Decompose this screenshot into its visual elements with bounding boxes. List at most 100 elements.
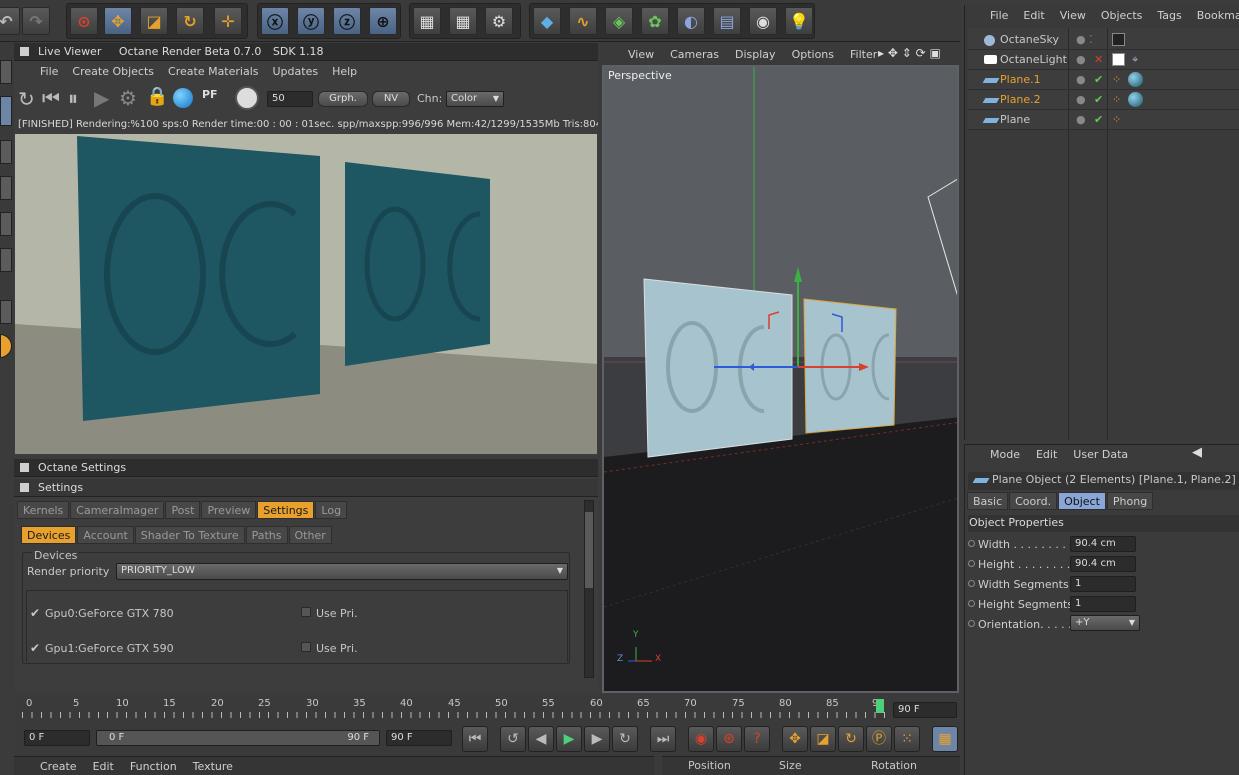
gpu1-checkbox[interactable]: ✔: [30, 641, 40, 655]
orientation-select[interactable]: +Y ▼: [1070, 615, 1140, 631]
range-slider[interactable]: 0 F 90 F: [96, 730, 380, 746]
tab-basic[interactable]: Basic: [967, 492, 1009, 510]
z-axis-icon[interactable]: ⓩ: [333, 7, 361, 35]
mode-icon[interactable]: [0, 60, 12, 84]
keyframe-selection-icon[interactable]: ?: [744, 726, 770, 752]
enabled-check-icon[interactable]: ✔: [1094, 70, 1103, 90]
visibility-dots-icon[interactable]: ●: [1076, 90, 1086, 110]
redo-icon[interactable]: ↷: [22, 7, 50, 35]
world-coords-icon[interactable]: ⊕: [369, 7, 397, 35]
end-frame-field[interactable]: 90 F: [893, 702, 957, 718]
target-tag-icon[interactable]: ⌖: [1132, 50, 1138, 70]
key-position-icon[interactable]: ✥: [782, 726, 808, 752]
subtab-account[interactable]: Account: [77, 526, 134, 544]
enabled-check-icon[interactable]: ✔: [1094, 90, 1103, 110]
samples-field[interactable]: 50: [267, 91, 313, 107]
tab-phong[interactable]: Phong: [1106, 492, 1154, 510]
prev-key-icon[interactable]: ↺: [500, 726, 526, 752]
tab-cameraimager[interactable]: CameraImager: [70, 501, 165, 519]
scale-icon[interactable]: ◪: [140, 7, 168, 35]
tab-log[interactable]: Log: [315, 501, 348, 519]
rotate-icon[interactable]: ↻: [176, 7, 204, 35]
environment-tag-icon[interactable]: [1112, 33, 1125, 46]
tab-object[interactable]: Object: [1058, 492, 1106, 510]
subtab-devices[interactable]: Devices: [21, 526, 77, 544]
render-picture-icon[interactable]: ▦: [449, 7, 477, 35]
camera-icon[interactable]: ◉: [749, 7, 777, 35]
pf-icon[interactable]: PF: [202, 88, 218, 101]
viewport-canvas[interactable]: Perspective Y Z X: [602, 65, 959, 693]
snap-icon[interactable]: [0, 300, 12, 324]
current-frame-field[interactable]: 0 F: [24, 730, 90, 746]
light-tag-icon[interactable]: [1112, 53, 1125, 66]
gpu1-usepri-checkbox[interactable]: [301, 642, 311, 652]
height-segments-field[interactable]: 1: [1070, 596, 1136, 612]
play-icon[interactable]: ▶: [94, 86, 109, 110]
menu-updates[interactable]: Updates: [273, 63, 319, 81]
texture-mode-icon[interactable]: [0, 140, 12, 164]
visibility-dots-icon[interactable]: ●: [1076, 50, 1086, 70]
menu-om-file[interactable]: File: [990, 7, 1008, 25]
spline-icon[interactable]: ∿: [569, 7, 597, 35]
height-field[interactable]: 90.4 cm: [1070, 556, 1136, 572]
menu-function[interactable]: Function: [130, 758, 177, 775]
timeline-ruler[interactable]: 0 5 10 15 20 25 30 35 40 45 50 55 60 65 …: [22, 698, 890, 722]
focus-picker-icon[interactable]: [235, 86, 259, 110]
go-to-start-icon[interactable]: ⏮: [462, 726, 488, 752]
visibility-dots-icon[interactable]: ●: [1076, 70, 1086, 90]
next-key-icon[interactable]: ↻: [612, 726, 638, 752]
visibility-dots-icon[interactable]: ●: [1076, 110, 1086, 130]
disabled-x-icon[interactable]: ✕: [1094, 50, 1103, 70]
menu-om-view[interactable]: View: [1060, 7, 1086, 25]
orientation-anim-dot[interactable]: [968, 620, 975, 627]
menu-om-edit[interactable]: Edit: [1023, 7, 1044, 25]
material-tag-icon[interactable]: [1128, 72, 1143, 87]
nurbs-icon[interactable]: ◈: [605, 7, 633, 35]
key-rotation-icon[interactable]: ↻: [838, 726, 864, 752]
floor-icon[interactable]: ▤: [713, 7, 741, 35]
menu-view[interactable]: View: [628, 46, 654, 64]
menu-create-materials[interactable]: Create Materials: [168, 63, 258, 81]
polygons-mode-icon[interactable]: [0, 248, 12, 272]
timeline-window-icon[interactable]: ▦: [932, 726, 958, 752]
max-frame-field[interactable]: 90 F: [386, 730, 452, 746]
menu-mat-edit[interactable]: Edit: [93, 758, 114, 775]
key-pla-icon[interactable]: ⁙: [894, 726, 920, 752]
object-row-octanesky[interactable]: OctaneSky ● ⁚: [968, 30, 1239, 50]
render-view-icon[interactable]: ▦: [413, 7, 441, 35]
light-icon[interactable]: 💡: [785, 7, 813, 35]
object-row-plane2[interactable]: Plane.2 ● ✔ ⁘: [968, 90, 1239, 110]
model-mode-icon[interactable]: [0, 96, 12, 126]
menu-mode[interactable]: Mode: [990, 446, 1020, 464]
pause-icon[interactable]: ⏸: [68, 86, 78, 110]
phong-tag-icon[interactable]: ⁘: [1112, 90, 1121, 110]
render-priority-select[interactable]: PRIORITY_LOW ▼: [116, 563, 568, 580]
menu-cameras[interactable]: Cameras: [670, 46, 719, 64]
menu-om-bookmarks[interactable]: Bookmarks: [1197, 7, 1239, 25]
array-icon[interactable]: ✿: [641, 7, 669, 35]
go-to-end-icon[interactable]: ⏭: [650, 726, 676, 752]
menu-options[interactable]: Options: [792, 46, 834, 64]
height-anim-dot[interactable]: [968, 560, 975, 567]
autokey-icon[interactable]: ⊛: [716, 726, 742, 752]
graph-button[interactable]: Grph.: [318, 91, 368, 107]
key-parameter-icon[interactable]: Ⓟ: [866, 726, 892, 752]
prev-frame-icon[interactable]: ◀: [528, 726, 554, 752]
lock-icon[interactable]: 🔒: [146, 86, 168, 107]
nv-button[interactable]: NV: [372, 91, 410, 107]
menu-user-data[interactable]: User Data: [1073, 446, 1128, 464]
gpu0-checkbox[interactable]: ✔: [30, 606, 40, 620]
menu-create-objects[interactable]: Create Objects: [72, 63, 154, 81]
phong-tag-icon[interactable]: ⁘: [1112, 70, 1121, 90]
restart-icon[interactable]: ↻: [18, 87, 35, 111]
menu-om-tags[interactable]: Tags: [1157, 7, 1181, 25]
object-row-octanelight[interactable]: OctaneLight ● ✕ ⌖: [968, 50, 1239, 70]
sphere-icon[interactable]: [173, 88, 193, 108]
menu-attr-edit[interactable]: Edit: [1036, 446, 1057, 464]
menu-file[interactable]: File: [40, 63, 58, 81]
tab-post[interactable]: Post: [165, 501, 201, 519]
menu-help[interactable]: Help: [332, 63, 357, 81]
points-mode-icon[interactable]: [0, 176, 12, 200]
tab-preview[interactable]: Preview: [201, 501, 257, 519]
width-field[interactable]: 90.4 cm: [1070, 536, 1136, 552]
